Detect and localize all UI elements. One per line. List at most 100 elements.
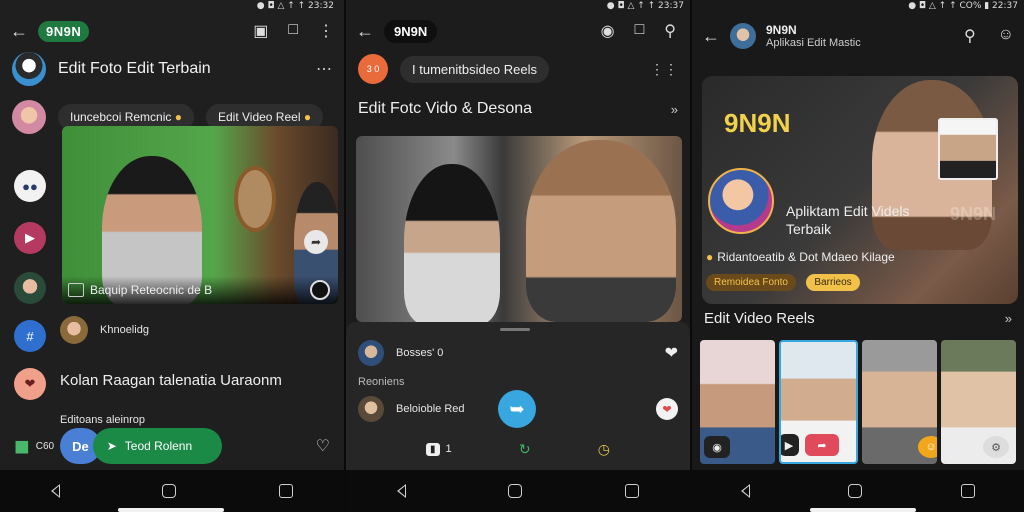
- nav-recents-icon[interactable]: [278, 484, 293, 498]
- nav-recents-icon[interactable]: [624, 484, 639, 498]
- video-icon[interactable]: ▶: [781, 434, 799, 456]
- nav-recents-icon[interactable]: [960, 484, 975, 498]
- chip-2-label: Edit Video Reel: [217, 110, 301, 124]
- more-horiz-icon[interactable]: ⋯: [316, 59, 332, 79]
- system-nav-bar: [692, 470, 1024, 512]
- share-icon[interactable]: ➦: [805, 434, 839, 456]
- settings-icon[interactable]: ⚙: [983, 436, 1009, 458]
- top-bar: ← 9N9N Aplikasi Edit Mastic ⚲ ☺: [702, 16, 1014, 56]
- search-icon[interactable]: ⚲: [664, 21, 676, 41]
- section-header: Edit Video Reels »: [704, 310, 1012, 327]
- gallery-icon: [68, 283, 84, 297]
- headline-row: Kolan Raagan talenatia Uaraonm: [60, 372, 332, 389]
- profile-avatar[interactable]: [708, 168, 774, 234]
- tag-row: Remoidea Fonto Barrieos: [706, 272, 866, 291]
- profile-line-2: Terbaik: [786, 221, 832, 237]
- sheet-row-1[interactable]: Bosses' 0 ❤: [358, 340, 678, 366]
- chat-icon[interactable]: □: [288, 21, 298, 41]
- headline: Kolan Raagan talenatia Uaraonm: [60, 372, 282, 389]
- share-icon[interactable]: ➦: [304, 230, 328, 254]
- nav-home-icon[interactable]: [508, 484, 523, 498]
- nav-back-icon[interactable]: [397, 484, 407, 498]
- contact-row[interactable]: Khnoelidg: [60, 316, 332, 344]
- reel-thumbnail[interactable]: ⚙: [941, 340, 1016, 464]
- hashtag-icon[interactable]: #: [14, 320, 46, 352]
- avatar: [358, 340, 384, 366]
- header-subtitle: Aplikasi Edit Mastic: [766, 37, 861, 49]
- app-logo: 9N9N: [384, 19, 438, 43]
- search-icon[interactable]: ⚲: [964, 26, 976, 46]
- back-arrow-icon[interactable]: ←: [356, 21, 374, 42]
- main-photo[interactable]: [356, 136, 682, 322]
- record-icon[interactable]: ◉: [601, 21, 615, 41]
- reel-thumbnail[interactable]: ▶ ➦: [779, 340, 858, 464]
- green-pill-label: Teod Rolenn: [124, 439, 193, 453]
- top-icons: ▣ □ ⋮: [253, 21, 334, 41]
- top-bar: ← 9N9N ◉ □ ⚲: [356, 16, 676, 46]
- camera-icon[interactable]: ▣: [253, 21, 268, 41]
- counter-group[interactable]: ▮ 1: [426, 442, 452, 456]
- record-icon[interactable]: [310, 280, 330, 300]
- chat-icon[interactable]: □: [635, 21, 645, 41]
- shared-photo[interactable]: ➦ Baquip Reteocnic de B: [62, 126, 338, 304]
- refresh-icon[interactable]: ↻: [519, 441, 531, 458]
- subline: Editoans aleinrop: [60, 414, 146, 426]
- photo-caption: Baquip Reteocnic de B: [90, 283, 213, 297]
- screen-1: ● ◘ △ ↑ ↑ 23:32 ← 9N9N ▣ □ ⋮ Edit Foto E…: [0, 0, 344, 512]
- heart-icon[interactable]: ❤: [14, 368, 46, 400]
- avatar: [12, 52, 46, 86]
- avatar[interactable]: [14, 272, 46, 304]
- heart-icon[interactable]: ❤: [665, 343, 678, 363]
- timer-icon[interactable]: ◷: [598, 441, 610, 458]
- emoji-icon[interactable]: ☺: [918, 436, 937, 458]
- grid-icon[interactable]: ⋮⋮: [650, 61, 678, 78]
- heart-outline-icon[interactable]: ♡: [316, 436, 330, 456]
- status-text: ● ◘ △ ↑ ↑ 23:32: [256, 1, 334, 11]
- chat-header[interactable]: Edit Foto Edit Terbain ⋯: [12, 52, 332, 86]
- top-bar: ← 9N9N ▣ □ ⋮: [10, 16, 334, 46]
- green-pill-button[interactable]: ➤ Teod Rolenn: [92, 428, 223, 464]
- nav-home-icon[interactable]: [848, 484, 863, 498]
- row-name: Khnoelidg: [100, 324, 149, 336]
- nav-back-icon[interactable]: [51, 484, 61, 498]
- bottom-counter: 1: [445, 443, 452, 455]
- avatar: [60, 316, 88, 344]
- search-chip[interactable]: I tumenitbsideo Reels: [400, 55, 550, 83]
- tag-2[interactable]: Barrieos: [806, 274, 860, 291]
- chat-fab[interactable]: ➥: [498, 390, 536, 428]
- hero-card[interactable]: 9N9N 9N9N Apliktam Edit Videls Terbaik ●…: [702, 76, 1018, 304]
- subline-row: Editoans aleinrop: [60, 414, 332, 426]
- robot-icon[interactable]: ■: [14, 431, 30, 462]
- home-indicator: [118, 508, 224, 512]
- screen-3: ● ◘ △ ↑ ↑ CO% ▮ 22:37 ← 9N9N Aplikasi Ed…: [692, 0, 1024, 512]
- avatar: [730, 23, 756, 49]
- people-icon[interactable]: ●●: [14, 170, 46, 202]
- nav-back-icon[interactable]: [741, 484, 751, 498]
- sheet-handle[interactable]: [500, 328, 530, 331]
- reel-thumbnail[interactable]: ◉: [700, 340, 775, 464]
- status-bar: ● ◘ △ ↑ ↑ 23:32: [257, 0, 334, 12]
- more-vert-icon[interactable]: ⋮: [318, 21, 334, 41]
- chevron-right-icon[interactable]: »: [1005, 311, 1012, 326]
- section-title: Edit Video Reels: [704, 310, 815, 327]
- chevron-right-icon[interactable]: »: [671, 102, 678, 117]
- back-arrow-icon[interactable]: ←: [10, 21, 28, 42]
- profile-icon[interactable]: ☺: [998, 26, 1014, 46]
- system-nav-bar: [0, 470, 344, 512]
- mini-photo: [938, 118, 998, 180]
- love-reaction-icon[interactable]: ❤: [656, 398, 678, 420]
- tag-1[interactable]: Remoidea Fonto: [706, 274, 796, 291]
- reel-thumbnail[interactable]: ☺: [862, 340, 937, 464]
- video-icon[interactable]: ▶: [14, 222, 46, 254]
- app-logo: 9N9N: [38, 20, 90, 42]
- nav-home-icon[interactable]: [162, 484, 177, 498]
- camera-icon[interactable]: ◉: [704, 436, 730, 458]
- row-1-text: Bosses' 0: [396, 347, 444, 359]
- back-arrow-icon[interactable]: ←: [702, 26, 720, 47]
- desc-text: Ridantoeatib & Dot Mdaeo Kilage: [717, 250, 895, 264]
- profile-text: Apliktam Edit Videls Terbaik: [786, 202, 909, 238]
- system-nav-bar: [346, 470, 690, 512]
- emoji-icon: ●: [303, 110, 312, 124]
- photo-caption-bar: Baquip Reteocnic de B: [62, 276, 338, 304]
- person-image: [526, 140, 676, 322]
